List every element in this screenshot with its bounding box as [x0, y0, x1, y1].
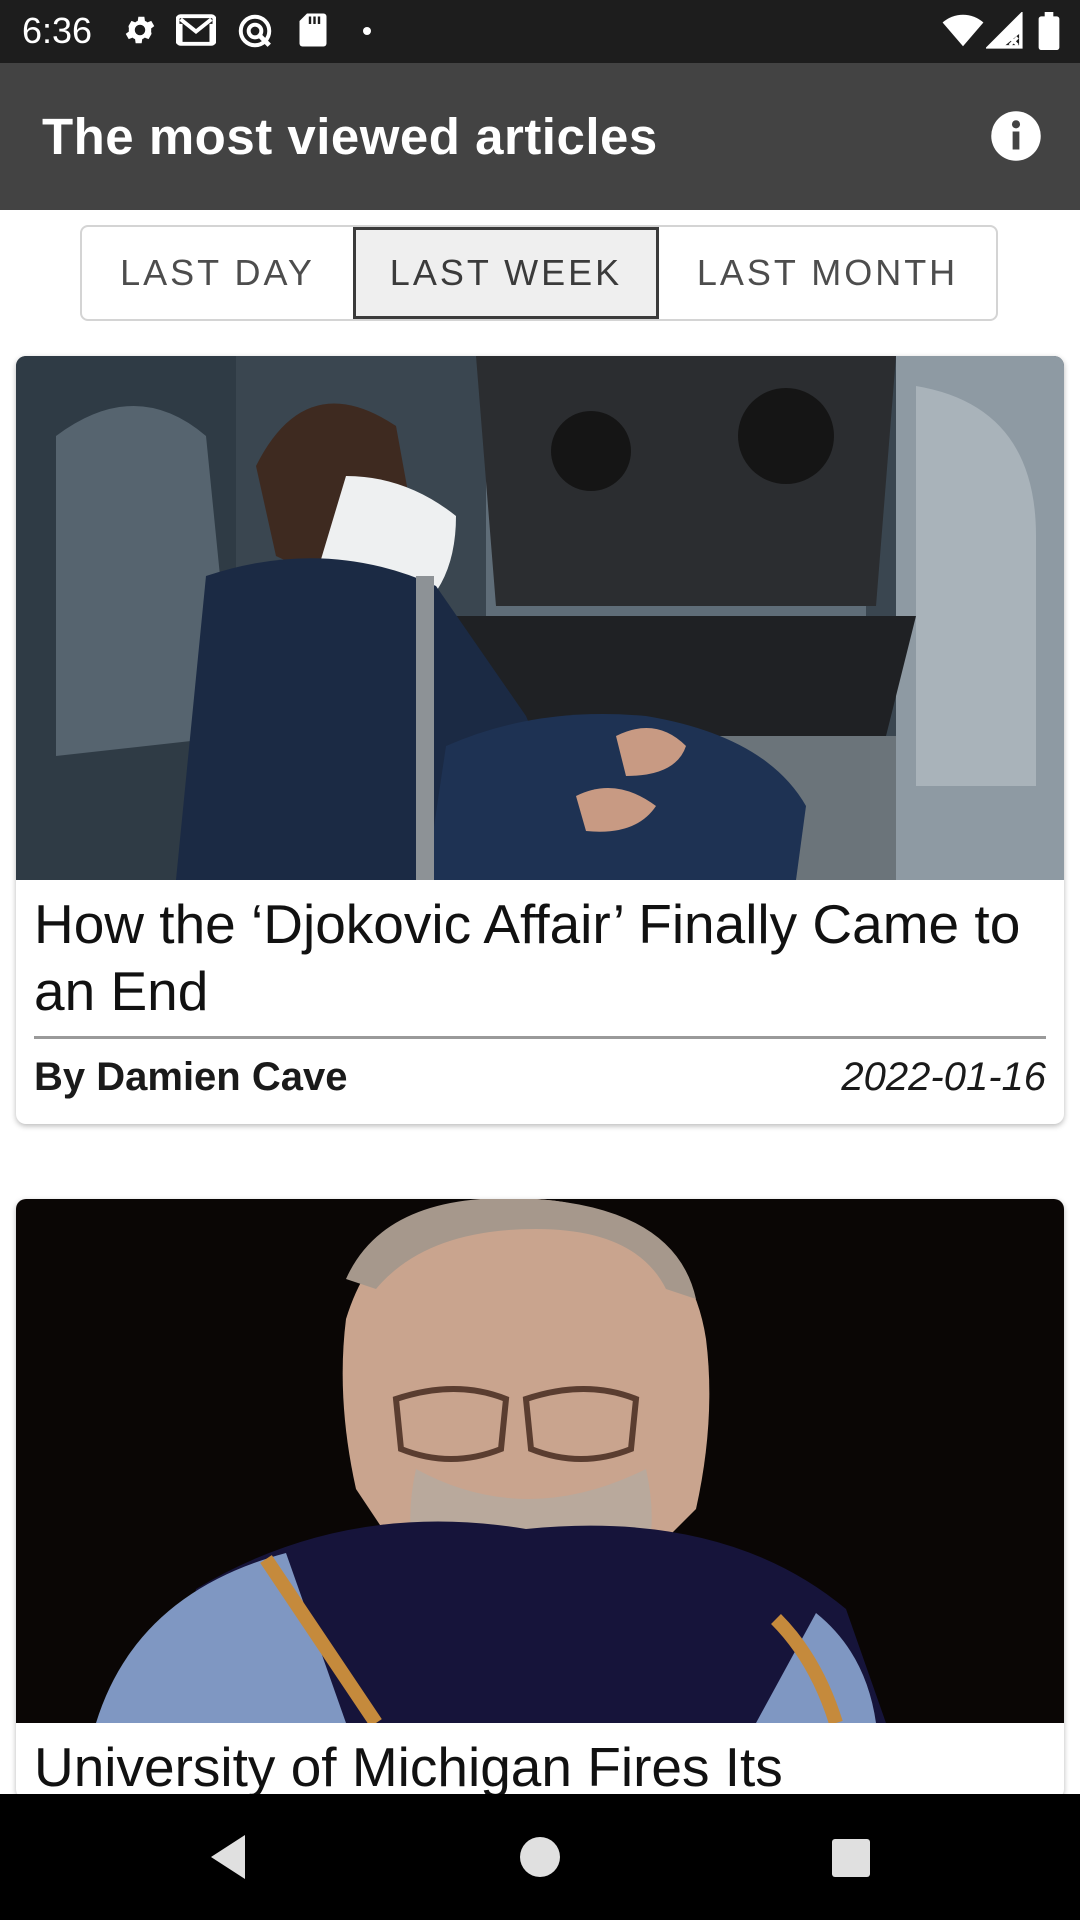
notification-dot-icon: [363, 27, 371, 35]
settings-icon: [125, 16, 155, 44]
article-image: [16, 1199, 1064, 1723]
app-bar: The most viewed articles: [0, 63, 1080, 210]
status-icons-right: [942, 12, 1062, 52]
home-icon[interactable]: [516, 1831, 564, 1883]
status-bar: 6:36: [0, 0, 1080, 63]
article-date: 2022-01-16: [841, 1055, 1046, 1099]
cell-signal-icon: [986, 12, 1023, 49]
status-time: 6:36: [22, 10, 93, 51]
tab-last-week[interactable]: LAST WEEK: [353, 227, 659, 319]
article-card[interactable]: How the ‘Djokovic Affair’ Finally Came t…: [16, 356, 1064, 1124]
article-card[interactable]: University of Michigan Fires Its: [16, 1199, 1064, 1799]
tab-last-day[interactable]: LAST DAY: [82, 227, 353, 319]
article-title: How the ‘Djokovic Affair’ Finally Came t…: [34, 893, 1021, 1022]
back-icon[interactable]: [205, 1831, 255, 1883]
divider: [34, 1036, 1046, 1039]
info-button[interactable]: [989, 109, 1043, 163]
tab-last-month[interactable]: LAST MONTH: [659, 227, 996, 319]
nav-bar: [0, 1794, 1080, 1920]
period-tabs: LAST DAY LAST WEEK LAST MONTH: [80, 225, 998, 321]
article-title: University of Michigan Fires Its: [34, 1736, 783, 1798]
recents-icon[interactable]: [828, 1831, 874, 1883]
info-icon: [991, 111, 1041, 161]
sd-card-icon: [299, 13, 327, 47]
page-title: The most viewed articles: [42, 108, 658, 165]
battery-icon: [1038, 12, 1060, 50]
article-byline: By Damien Cave: [34, 1055, 348, 1099]
gmail-icon: [176, 14, 216, 46]
wifi-icon: [942, 14, 984, 47]
article-image: [16, 356, 1064, 880]
vpn-icon: [238, 14, 272, 48]
